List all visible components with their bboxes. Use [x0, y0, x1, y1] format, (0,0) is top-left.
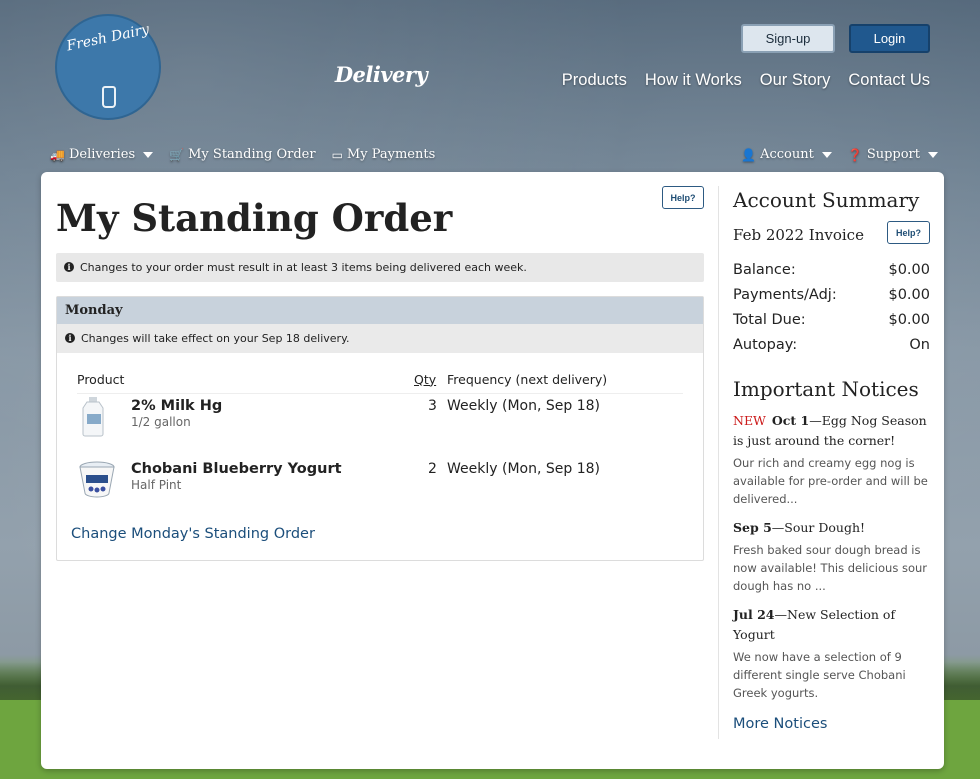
nav-products[interactable]: Products — [562, 71, 627, 90]
chevron-down-icon — [928, 151, 938, 158]
cart-icon: 🛒 — [169, 147, 185, 162]
info-icon: i — [64, 262, 74, 273]
user-subnav: 👤 Account ❓ Support — [741, 147, 938, 162]
notice-item[interactable]: Sep 5—Sour Dough! Fresh baked sour dough… — [733, 518, 930, 595]
standing-order-label: My Standing Order — [188, 147, 316, 162]
invoice-label: Feb 2022 Invoice — [733, 226, 864, 244]
day-header: Monday — [57, 296, 703, 324]
truck-icon: 🚚 — [50, 147, 65, 162]
column-divider — [718, 186, 719, 739]
deliveries-label: Deliveries — [68, 147, 136, 162]
login-button[interactable]: Login — [849, 24, 930, 53]
credit-card-icon: ▭ — [331, 147, 343, 162]
payments-label: My Payments — [346, 147, 436, 162]
notice-heading: Jul 24—New Selection of Yogurt — [733, 605, 930, 645]
nav-contact-us[interactable]: Contact Us — [848, 71, 930, 90]
help-button[interactable]: Help? — [662, 186, 704, 209]
account-label: Account — [760, 147, 814, 162]
chevron-down-icon — [143, 151, 154, 158]
notice-heading: Sep 5—Sour Dough! — [733, 518, 930, 538]
milk-jug-image — [82, 396, 104, 437]
nav-our-story[interactable]: Our Story — [760, 71, 831, 90]
product-size: Half Pint — [131, 477, 182, 492]
user-icon: 👤 — [741, 147, 757, 162]
summary-value: On — [909, 337, 930, 353]
standing-order-panel: Help? My Standing Order i Changes to you… — [56, 184, 704, 561]
day-panel-monday: Monday i Changes will take effect on you… — [56, 295, 704, 561]
notice-heading: NEW Oct 1—Egg Nog Season is just around t… — [733, 411, 930, 451]
yogurt-cup-image — [79, 461, 115, 498]
signup-button[interactable]: Sign-up — [741, 24, 835, 53]
support-menu[interactable]: ❓ Support — [848, 147, 938, 162]
table-row: Chobani Blueberry Yogurt Half Pint 2 Wee… — [77, 457, 683, 513]
new-badge: NEW — [733, 413, 766, 428]
notice-body: Fresh baked sour dough bread is now avai… — [733, 543, 928, 593]
help-button[interactable]: Help? — [887, 221, 930, 244]
summary-row-autopay: Autopay: On — [733, 337, 930, 353]
product-name: Chobani Blueberry Yogurt — [131, 460, 342, 477]
standing-order-link[interactable]: 🛒 My Standing Order — [169, 147, 315, 162]
account-subnav: 🚚 Deliveries 🛒 My Standing Order ▭ My Pa… — [50, 147, 435, 162]
account-menu[interactable]: 👤 Account — [741, 147, 832, 162]
summary-row-balance: Balance: $0.00 — [733, 262, 930, 278]
summary-label: Payments/Adj: — [733, 287, 837, 303]
site-logo[interactable]: Fresh Dairy Delivery — [55, 14, 428, 120]
summary-value: $0.00 — [888, 287, 930, 303]
notice-date: Sep 5 — [733, 520, 772, 535]
change-standing-order-link[interactable]: Change Monday's Standing Order — [71, 526, 315, 542]
support-label: Support — [866, 147, 920, 162]
summary-row-payments: Payments/Adj: $0.00 — [733, 287, 930, 303]
summary-label: Balance: — [733, 262, 796, 278]
notice-date: Jul 24 — [733, 607, 775, 622]
col-product: Product — [77, 371, 125, 387]
product-size: 1/2 gallon — [131, 414, 191, 429]
minimum-items-notice: i Changes to your order must result in a… — [56, 252, 704, 282]
notice-item[interactable]: Jul 24—New Selection of Yogurt We now ha… — [733, 605, 930, 702]
notice-date: Oct 1 — [771, 413, 810, 428]
account-summary-title: Account Summary — [733, 188, 920, 212]
col-frequency: Frequency (next delivery) — [447, 371, 608, 387]
invoice-row: Feb 2022 Invoice Help? — [733, 221, 930, 248]
product-name: 2% Milk Hg — [131, 397, 223, 414]
milk-bottle-icon — [102, 86, 116, 108]
page-title: My Standing Order — [56, 196, 453, 240]
summary-row-total: Total Due: $0.00 — [733, 312, 930, 328]
notice-text: Changes to your order must result in at … — [80, 260, 527, 274]
summary-value: $0.00 — [888, 262, 930, 278]
summary-label: Total Due: — [733, 312, 806, 328]
account-summary-rows: Balance: $0.00 Payments/Adj: $0.00 Total… — [733, 262, 930, 353]
sidebar: Account Summary Feb 2022 Invoice Help? B… — [733, 188, 930, 732]
table-row: 2% Milk Hg 1/2 gallon 3 Weekly (Mon, Sep… — [77, 392, 683, 450]
chevron-down-icon — [821, 151, 832, 158]
notice-body: We now have a selection of 9 different s… — [733, 650, 906, 700]
nav-how-it-works[interactable]: How it Works — [645, 71, 742, 90]
notice-body: Our rich and creamy egg nog is available… — [733, 456, 928, 506]
summary-value: $0.00 — [888, 312, 930, 328]
product-qty: 2 — [428, 460, 437, 477]
day-notice: i Changes will take effect on your Sep 1… — [57, 323, 703, 353]
product-frequency: Weekly (Mon, Sep 18) — [447, 460, 600, 477]
notice-title: —Sour Dough! — [771, 520, 866, 535]
deliveries-menu[interactable]: 🚚 Deliveries — [50, 147, 154, 162]
day-notice-text: Changes will take effect on your Sep 18 … — [81, 331, 350, 345]
main-nav: Products How it Works Our Story Contact … — [562, 71, 930, 90]
payments-link[interactable]: ▭ My Payments — [332, 147, 436, 162]
col-qty: Qty — [414, 371, 437, 387]
product-frequency: Weekly (Mon, Sep 18) — [447, 397, 600, 414]
more-notices-link[interactable]: More Notices — [733, 716, 930, 732]
product-qty: 3 — [428, 397, 437, 414]
question-circle-icon: ❓ — [847, 147, 863, 162]
content-card: Help? My Standing Order i Changes to you… — [41, 172, 944, 769]
important-notices-title: Important Notices — [733, 377, 919, 401]
info-icon: i — [65, 333, 75, 344]
summary-label: Autopay: — [733, 337, 798, 353]
notice-item[interactable]: NEW Oct 1—Egg Nog Season is just around t… — [733, 411, 930, 508]
